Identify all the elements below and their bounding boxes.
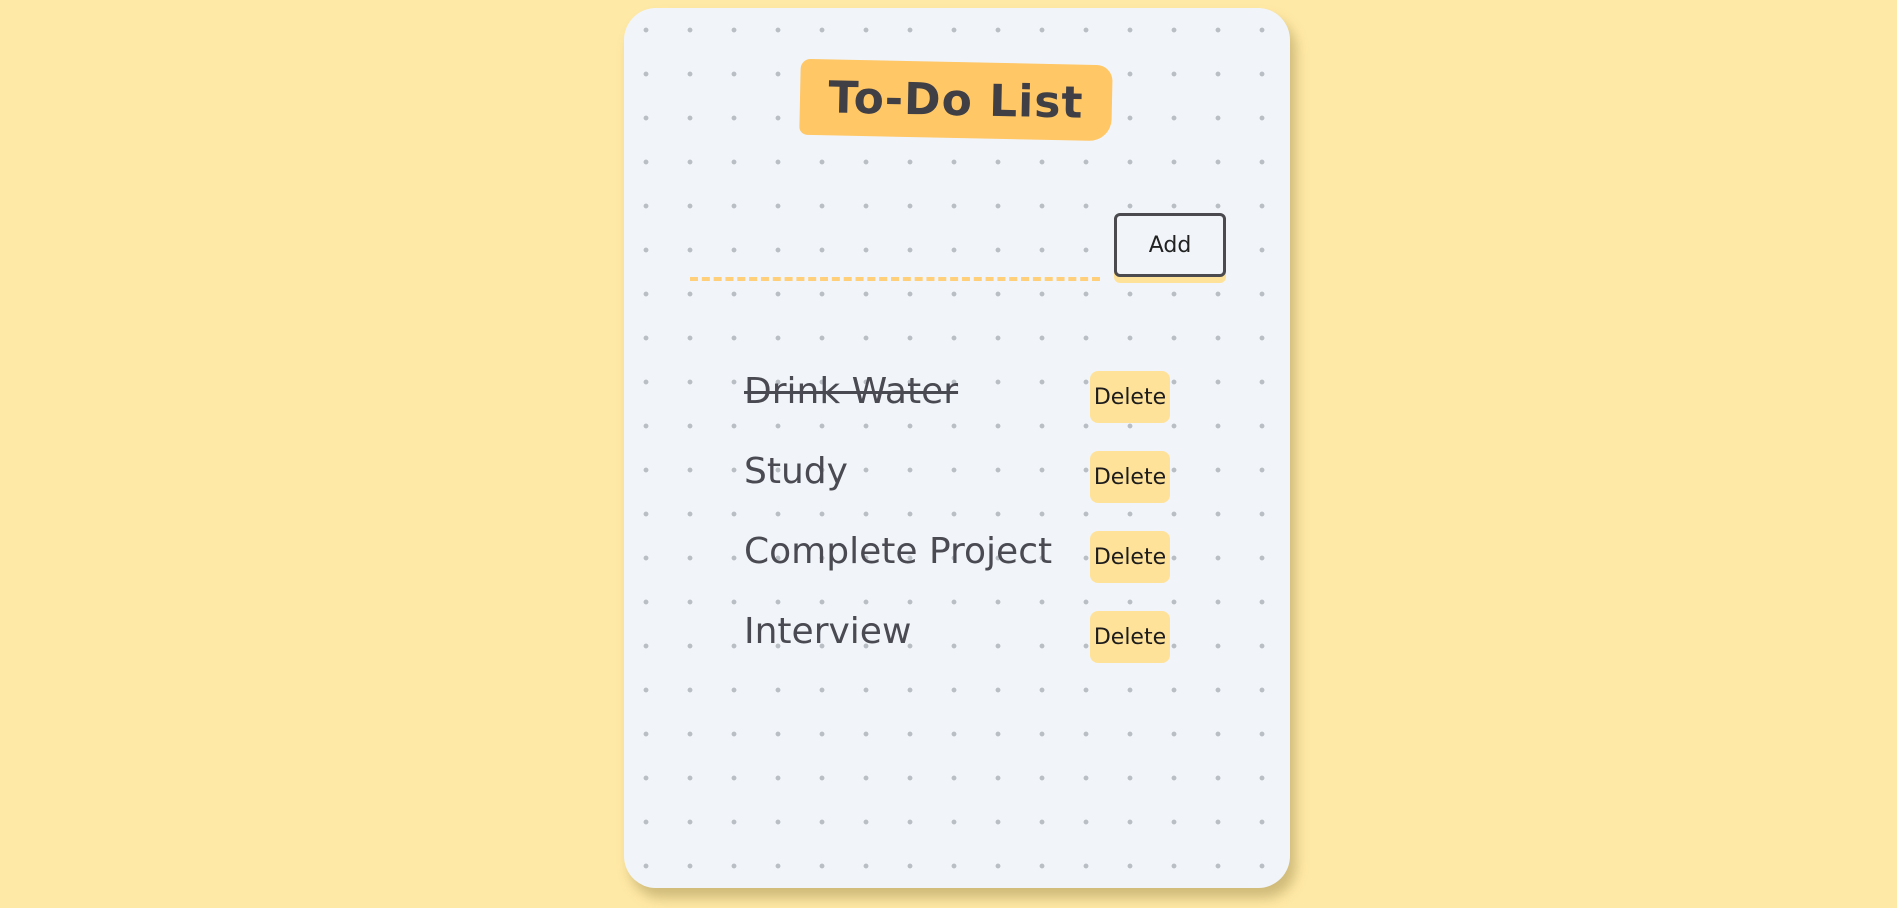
task-item: Drink Water Delete [744, 363, 1184, 443]
delete-button[interactable]: Delete [1090, 531, 1170, 583]
add-button[interactable]: Add [1114, 213, 1226, 277]
task-item: Complete Project Delete [744, 523, 1184, 603]
task-text[interactable]: Complete Project [744, 531, 1052, 572]
task-item: Study Delete [744, 443, 1184, 523]
todo-card: To-Do List Add Drink Water Delete Study … [624, 8, 1290, 888]
task-text[interactable]: Interview [744, 611, 911, 652]
add-task-row: Add [690, 203, 1226, 281]
task-item: Interview Delete [744, 603, 1184, 683]
task-input[interactable] [690, 203, 1100, 281]
task-text[interactable]: Study [744, 451, 848, 492]
delete-button[interactable]: Delete [1090, 371, 1170, 423]
delete-button[interactable]: Delete [1090, 611, 1170, 663]
delete-button[interactable]: Delete [1090, 451, 1170, 503]
page-title: To-Do List [799, 58, 1113, 142]
task-text[interactable]: Drink Water [744, 371, 958, 412]
task-list: Drink Water Delete Study Delete Complete… [744, 363, 1184, 683]
